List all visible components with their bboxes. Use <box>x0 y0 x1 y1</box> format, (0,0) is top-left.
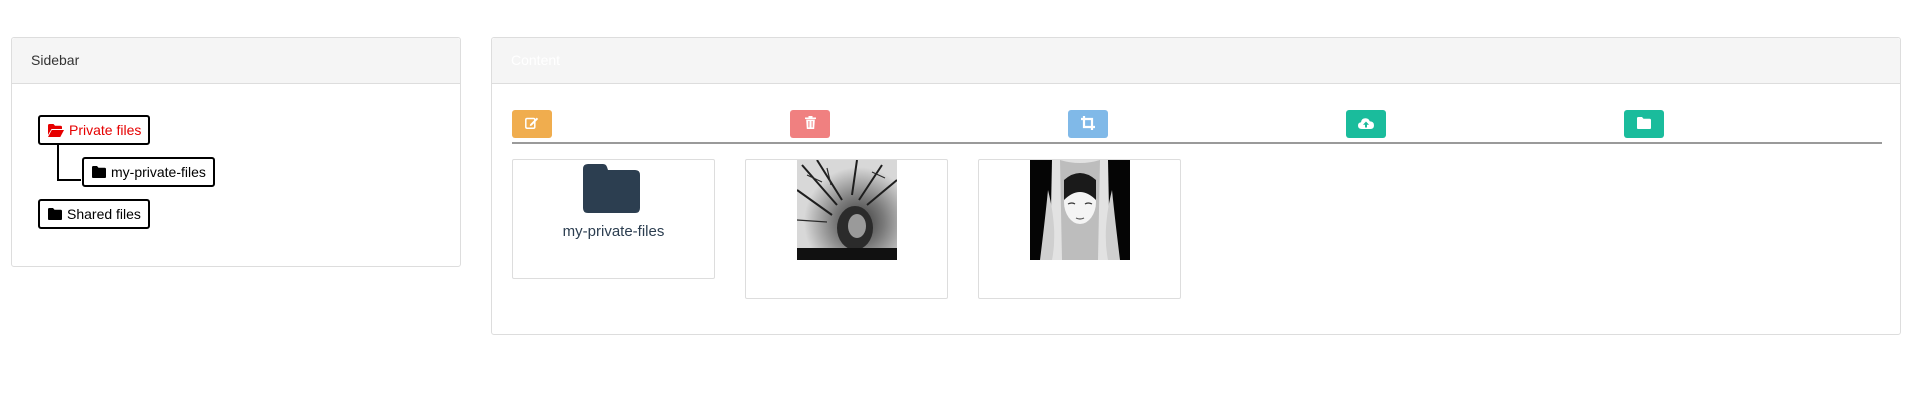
tree-connector-horizontal <box>57 179 81 181</box>
sidebar-heading: Sidebar <box>12 38 460 84</box>
new-folder-button[interactable] <box>1624 110 1664 138</box>
tree-node-label: my-private-files <box>111 164 206 180</box>
file-card-image[interactable] <box>978 159 1181 299</box>
tree-node-my-private-files[interactable]: my-private-files <box>82 157 215 187</box>
delete-button[interactable] <box>790 110 830 138</box>
image-thumbnail <box>797 160 897 260</box>
folder-open-icon <box>48 123 64 137</box>
content-heading: Content <box>492 38 1900 84</box>
folder-icon <box>48 208 62 220</box>
edit-icon <box>525 116 539 132</box>
content-panel: Content my-private-files <box>491 37 1901 335</box>
cloud-upload-icon <box>1358 116 1374 132</box>
folder-icon <box>92 166 106 178</box>
folder-icon <box>1637 116 1651 132</box>
tree-node-private-files[interactable]: Private files <box>38 115 151 145</box>
trash-icon <box>804 116 816 132</box>
tree-connector-vertical <box>57 145 59 181</box>
upload-button[interactable] <box>1346 110 1386 138</box>
tree-node-shared-files[interactable]: Shared files <box>38 199 150 229</box>
crop-icon <box>1081 115 1095 133</box>
toolbar-divider <box>512 142 1882 144</box>
tree-node-label: Shared files <box>67 206 141 222</box>
image-thumbnail <box>1030 160 1130 260</box>
file-card-image[interactable] <box>745 159 948 299</box>
edit-button[interactable] <box>512 110 552 138</box>
file-card-label: my-private-files <box>562 223 665 240</box>
crop-button[interactable] <box>1068 110 1108 138</box>
file-card-folder[interactable]: my-private-files <box>512 159 715 279</box>
file-toolbar <box>512 110 1882 144</box>
folder-icon <box>583 164 640 216</box>
tree-node-label: Private files <box>69 122 142 138</box>
sidebar-panel: Sidebar Private files my-private-files S… <box>11 37 461 267</box>
